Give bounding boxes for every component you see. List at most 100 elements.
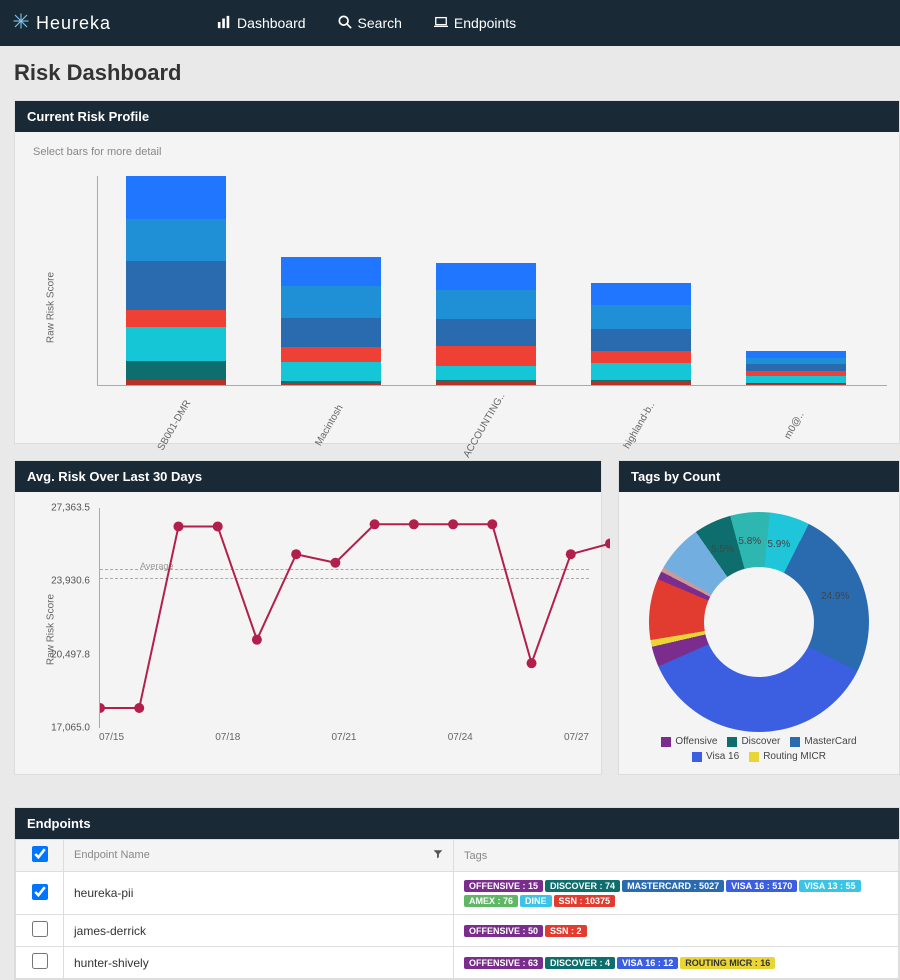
bar-segment[interactable] [126,310,226,327]
y-tick: 17,065.0 [40,723,90,734]
tags-donut-chart[interactable]: 5.5%5.8%5.9%24.9% [649,512,869,732]
line-point[interactable] [605,539,610,549]
bar-segment[interactable] [126,176,226,219]
line-point[interactable] [252,635,262,645]
bar-segment[interactable] [126,219,226,260]
line-point[interactable] [527,658,537,668]
bar-segment[interactable] [126,327,226,361]
line-point[interactable] [134,703,144,713]
col-select-all[interactable] [16,840,64,872]
row-checkbox[interactable] [32,884,48,900]
bar-column[interactable] [408,176,563,385]
tags-legend: Offensive Discover MasterCard Visa 16 Routin… [631,736,887,762]
bar-segment[interactable] [591,329,691,351]
tag-pill[interactable]: MASTERCARD : 5027 [622,880,724,892]
legend-item[interactable]: MasterCard [790,736,856,747]
chart-hint: Select bars for more detail [27,144,887,172]
bar-chart-icon [217,15,237,32]
avg-risk-line-chart[interactable]: 17,065.020,497.823,930.627,363.5Average [99,508,589,728]
bar-segment[interactable] [126,261,226,310]
nav-dashboard[interactable]: Dashboard [201,15,322,32]
nav-endpoints[interactable]: Endpoints [418,15,532,32]
bar-column[interactable] [563,176,718,385]
line-point[interactable] [213,521,223,531]
tag-pill[interactable]: AMEX : 76 [464,895,518,907]
line-point[interactable] [487,519,497,529]
bar-segment[interactable] [281,257,381,286]
tag-pill[interactable]: VISA 16 : 5170 [726,880,797,892]
line-point[interactable] [100,703,105,713]
tag-pill[interactable]: OFFENSIVE : 63 [464,957,543,969]
tag-pill[interactable]: DISCOVER : 4 [545,957,615,969]
brand-logo[interactable]: Heureka [12,12,111,35]
legend-item[interactable]: Discover [727,736,780,747]
bar-segment[interactable] [436,263,536,290]
line-point[interactable] [448,519,458,529]
bar-segment[interactable] [126,380,226,385]
row-checkbox[interactable] [32,921,48,937]
line-point[interactable] [409,519,419,529]
nav-endpoints-label: Endpoints [454,15,516,31]
panel-risk-profile: Current Risk Profile Select bars for mor… [14,100,900,444]
panel-endpoints: Endpoints Endpoint Name Tags heureka-pii… [14,807,900,980]
line-point[interactable] [566,549,576,559]
endpoint-name: hunter-shively [64,947,454,979]
search-icon [338,15,358,32]
table-row[interactable]: heureka-piiOFFENSIVE : 15DISCOVER : 74MA… [16,872,899,915]
y-tick: 20,497.8 [40,649,90,660]
tag-pill[interactable]: OFFENSIVE : 50 [464,925,543,937]
select-all-checkbox[interactable] [32,846,48,862]
bar-segment[interactable] [591,381,691,385]
filter-icon[interactable] [433,849,443,862]
x-tick: 07/27 [564,732,589,743]
snowflake-icon [12,12,30,35]
donut-slice-label: 5.9% [767,539,790,550]
nav-search[interactable]: Search [322,15,418,32]
bar-segment[interactable] [591,283,691,305]
tag-pill[interactable]: DINE [520,895,552,907]
bar-segment[interactable] [591,305,691,329]
tag-pill[interactable]: SSN : 2 [545,925,587,937]
endpoint-name: heureka-pii [64,872,454,915]
panel-avg-risk: Avg. Risk Over Last 30 Days Raw Risk Sco… [14,460,602,775]
x-tick: 07/18 [215,732,240,743]
bar-column[interactable] [253,176,408,385]
line-point[interactable] [173,521,183,531]
line-point[interactable] [330,558,340,568]
col-tags[interactable]: Tags [454,840,899,872]
bar-segment[interactable] [436,290,536,319]
donut-slice-label: 24.9% [821,591,849,602]
tag-pill[interactable]: DISCOVER : 74 [545,880,620,892]
line-point[interactable] [291,549,301,559]
bar-column[interactable] [718,176,873,385]
table-row[interactable]: hunter-shively OFFENSIVE : 63DISCOVER : 4… [16,947,899,979]
panel-header-risk: Current Risk Profile [15,101,899,132]
donut-slice-label: 5.8% [738,536,761,547]
bar-column[interactable] [98,176,253,385]
legend-item[interactable]: Offensive [661,736,717,747]
tag-pill[interactable]: SSN : 10375 [554,895,616,907]
endpoint-tags: OFFENSIVE : 15DISCOVER : 74MASTERCARD : … [454,872,899,915]
page-title: Risk Dashboard [14,60,900,86]
line-point[interactable] [370,519,380,529]
bar-segment[interactable] [436,381,536,385]
risk-bar-chart[interactable]: Raw Risk Score 0.043,113.486,226.9 SB001… [27,172,887,431]
table-row[interactable]: james-derrickOFFENSIVE : 50SSN : 2 [16,915,899,947]
bar-segment[interactable] [281,318,381,347]
tag-pill[interactable]: OFFENSIVE : 15 [464,880,543,892]
legend-item[interactable]: Visa 16 [692,751,739,762]
bar-segment[interactable] [281,383,381,385]
bar-segment[interactable] [281,286,381,318]
tag-pill[interactable]: VISA 16 : 12 [617,957,678,969]
row-checkbox[interactable] [32,953,48,969]
x-tick: 07/21 [331,732,356,743]
tag-pill[interactable]: VISA 13 : 55 [799,880,860,892]
legend-item[interactable]: Routing MICR [749,751,826,762]
laptop-icon [434,15,454,32]
brand-name: Heureka [36,13,111,34]
bar-segment[interactable] [746,376,846,383]
tag-pill[interactable]: ROUTING MICR : 16 [680,957,775,969]
bar-segment[interactable] [746,384,846,385]
col-endpoint-name[interactable]: Endpoint Name [64,840,454,872]
bar-segment[interactable] [436,319,536,346]
